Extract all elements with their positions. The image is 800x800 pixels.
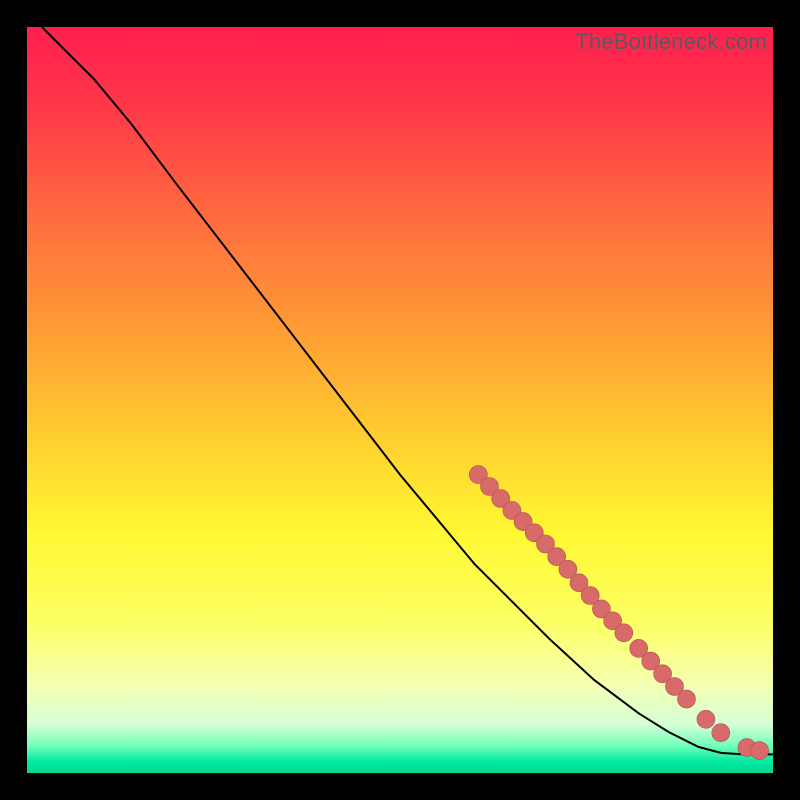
watermark-text: TheBottleneck.com	[575, 29, 767, 55]
marker-point	[751, 742, 769, 760]
marker-point	[697, 710, 715, 728]
marker-point	[678, 690, 696, 708]
chart-frame: TheBottleneck.com	[27, 27, 773, 773]
marker-point	[712, 724, 730, 742]
chart-markers	[27, 27, 773, 773]
marker-point	[615, 624, 633, 642]
